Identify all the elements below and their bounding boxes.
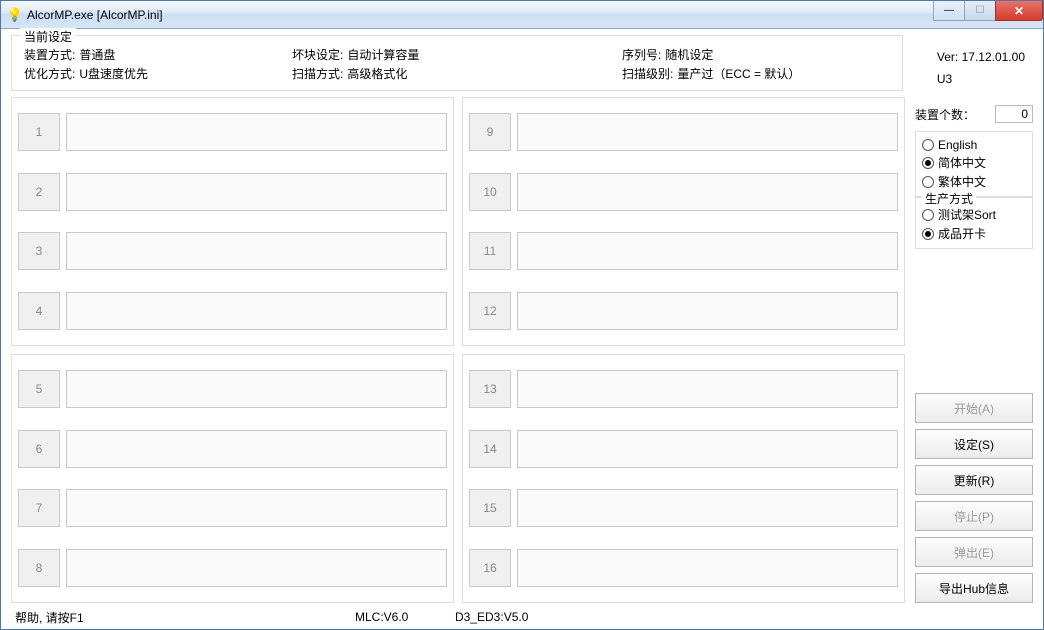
version-sub: U3	[937, 69, 1025, 91]
serial-value: 随机设定	[665, 46, 713, 63]
serial-label: 序列号:	[622, 46, 661, 63]
slot-field	[517, 430, 898, 468]
slot-button-10[interactable]: 10	[469, 173, 511, 211]
language-option-simplified[interactable]: 简体中文	[922, 154, 1026, 171]
slot-field	[517, 232, 898, 270]
device-count-label: 装置个数：	[915, 106, 975, 123]
slot-field	[66, 173, 447, 211]
bulb-icon: 💡	[7, 7, 23, 23]
slot-field	[517, 549, 898, 587]
slot-button-5[interactable]: 5	[18, 370, 60, 408]
slot-field	[517, 489, 898, 527]
device-mode-value: 普通盘	[79, 46, 115, 63]
language-option-english[interactable]: English	[922, 138, 1026, 152]
scanmode-value: 高级格式化	[347, 65, 407, 82]
version-value: 17.12.01.00	[962, 50, 1025, 64]
right-pane: 装置个数： 0 English 简体中文 繁体中文 生产方式 测试架Sort 成…	[915, 97, 1033, 603]
status-help: 帮助, 请按F1	[15, 609, 325, 626]
version-block: Ver: 17.12.01.00 U3	[937, 47, 1025, 90]
slot-button-15[interactable]: 15	[469, 489, 511, 527]
slot-panel-2: 9 10 11 12	[462, 97, 905, 346]
badblock-value: 自动计算容量	[347, 46, 419, 63]
prodmode-label: 成品开卡	[938, 225, 986, 242]
radio-icon	[922, 209, 934, 221]
status-d3: D3_ED3:V5.0	[455, 610, 528, 624]
slot-button-14[interactable]: 14	[469, 430, 511, 468]
prodmode-label: 测试架Sort	[938, 206, 996, 223]
slot-field	[66, 232, 447, 270]
slot-button-8[interactable]: 8	[18, 549, 60, 587]
slot-button-16[interactable]: 16	[469, 549, 511, 587]
slot-button-2[interactable]: 2	[18, 173, 60, 211]
language-label: 繁体中文	[938, 173, 986, 190]
window-title: AlcorMP.exe [AlcorMP.ini]	[27, 8, 163, 22]
slot-button-4[interactable]: 4	[18, 292, 60, 330]
status-mlc: MLC:V6.0	[355, 610, 425, 624]
current-settings-group: 当前设定 装置方式:普通盘 坏块设定:自动计算容量 序列号:随机设定 优化方式:…	[11, 35, 903, 91]
prodmode-option-sort[interactable]: 测试架Sort	[922, 206, 1026, 223]
slot-panel-4: 13 14 15 16	[462, 354, 905, 603]
setup-button[interactable]: 设定(S)	[915, 429, 1033, 459]
slot-field	[66, 292, 447, 330]
slot-button-3[interactable]: 3	[18, 232, 60, 270]
optimize-label: 优化方式:	[24, 65, 75, 82]
radio-icon	[922, 139, 934, 151]
slot-field	[66, 430, 447, 468]
radio-icon	[922, 157, 934, 169]
slot-button-7[interactable]: 7	[18, 489, 60, 527]
device-count-row: 装置个数： 0	[915, 105, 1033, 123]
main-area: 1 2 3 4 9 10 11 12 5 6 7 8	[11, 97, 1033, 603]
slot-panel-1: 1 2 3 4	[11, 97, 454, 346]
stop-button[interactable]: 停止(P)	[915, 501, 1033, 531]
slot-button-13[interactable]: 13	[469, 370, 511, 408]
export-hub-button[interactable]: 导出Hub信息	[915, 573, 1033, 603]
maximize-button: ☐	[964, 1, 996, 21]
language-label: 简体中文	[938, 154, 986, 171]
slot-field	[517, 370, 898, 408]
titlebar: 💡 AlcorMP.exe [AlcorMP.ini] — ☐ ✕	[1, 1, 1043, 29]
badblock-label: 坏块设定:	[292, 46, 343, 63]
optimize-value: U盘速度优先	[79, 65, 148, 82]
prodmode-option-opencard[interactable]: 成品开卡	[922, 225, 1026, 242]
device-mode-label: 装置方式:	[24, 46, 75, 63]
status-bar: 帮助, 请按F1 MLC:V6.0 D3_ED3:V5.0	[11, 607, 1033, 627]
version-label: Ver:	[937, 50, 958, 64]
close-button[interactable]: ✕	[995, 1, 1043, 21]
scanlevel-label: 扫描级别:	[622, 65, 673, 82]
language-option-traditional[interactable]: 繁体中文	[922, 173, 1026, 190]
slot-field	[66, 549, 447, 587]
radio-icon	[922, 228, 934, 240]
slot-button-11[interactable]: 11	[469, 232, 511, 270]
language-label: English	[938, 138, 977, 152]
scanmode-label: 扫描方式:	[292, 65, 343, 82]
settings-legend: 当前设定	[20, 28, 76, 45]
slot-panel-3: 5 6 7 8	[11, 354, 454, 603]
slot-field	[517, 173, 898, 211]
start-button[interactable]: 开始(A)	[915, 393, 1033, 423]
slot-button-1[interactable]: 1	[18, 113, 60, 151]
slot-button-9[interactable]: 9	[469, 113, 511, 151]
refresh-button[interactable]: 更新(R)	[915, 465, 1033, 495]
slot-button-12[interactable]: 12	[469, 292, 511, 330]
slot-field	[66, 489, 447, 527]
slots-grid: 1 2 3 4 9 10 11 12 5 6 7 8	[11, 97, 905, 603]
eject-button[interactable]: 弹出(E)	[915, 537, 1033, 567]
language-group: English 简体中文 繁体中文	[915, 131, 1033, 197]
production-mode-legend: 生产方式	[922, 190, 976, 207]
slot-button-6[interactable]: 6	[18, 430, 60, 468]
minimize-button[interactable]: —	[933, 1, 965, 21]
slot-field	[66, 370, 447, 408]
window-controls: — ☐ ✕	[934, 1, 1043, 21]
scanlevel-value: 量产过（ECC = 默认）	[677, 65, 800, 82]
slot-field	[66, 113, 447, 151]
slot-field	[517, 113, 898, 151]
app-window: 💡 AlcorMP.exe [AlcorMP.ini] — ☐ ✕ Ver: 1…	[0, 0, 1044, 630]
device-count-value: 0	[995, 105, 1033, 123]
slot-field	[517, 292, 898, 330]
radio-icon	[922, 176, 934, 188]
production-mode-group: 生产方式 测试架Sort 成品开卡	[915, 197, 1033, 249]
client-area: 当前设定 装置方式:普通盘 坏块设定:自动计算容量 序列号:随机设定 优化方式:…	[1, 29, 1043, 629]
